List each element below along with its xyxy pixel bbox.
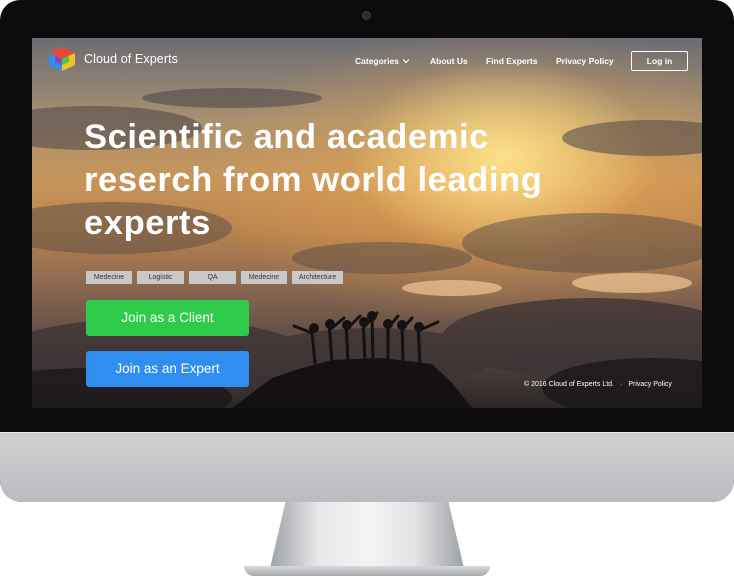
nav-categories-label: Categories [355, 56, 399, 66]
tag-architecture[interactable]: Architecture [292, 271, 343, 284]
monitor-frame: Cloud of Experts Categories About Us Fin… [0, 0, 734, 502]
copyright-text: © 2016 Cloud of Experts Ltd. [524, 381, 614, 388]
category-tags: Medecine Logistic QA Medecine Architectu… [86, 271, 348, 284]
footer-separator: · [620, 381, 623, 388]
monitor-stand-base [244, 566, 490, 576]
cube-logo-icon [49, 47, 75, 71]
footer: © 2016 Cloud of Experts Ltd. · Privacy P… [524, 381, 672, 388]
tag-qa[interactable]: QA [189, 271, 236, 284]
nav-privacy-policy[interactable]: Privacy Policy [556, 56, 614, 66]
tag-medecine[interactable]: Medecine [86, 271, 132, 284]
login-button[interactable]: Log in [631, 51, 688, 71]
hero-headline: Scientific and academic reserch from wor… [84, 118, 543, 242]
tag-medecine-2[interactable]: Medecine [241, 271, 287, 284]
brand[interactable]: Cloud of Experts [46, 46, 178, 72]
join-as-client-button[interactable]: Join as a Client [86, 300, 249, 336]
chevron-down-icon [402, 59, 410, 64]
nav-find-experts[interactable]: Find Experts [486, 56, 537, 66]
monitor-chin [0, 432, 734, 502]
website-screen: Cloud of Experts Categories About Us Fin… [32, 38, 702, 408]
footer-privacy-link[interactable]: Privacy Policy [628, 381, 672, 388]
nav-about-us[interactable]: About Us [430, 56, 468, 66]
webcam [362, 11, 371, 20]
monitor-stand [270, 502, 464, 568]
join-as-expert-button[interactable]: Join as an Expert [86, 351, 249, 387]
nav-categories-dropdown[interactable]: Categories [355, 56, 410, 66]
tag-logistic[interactable]: Logistic [137, 271, 184, 284]
brand-name: Cloud of Experts [84, 52, 179, 66]
